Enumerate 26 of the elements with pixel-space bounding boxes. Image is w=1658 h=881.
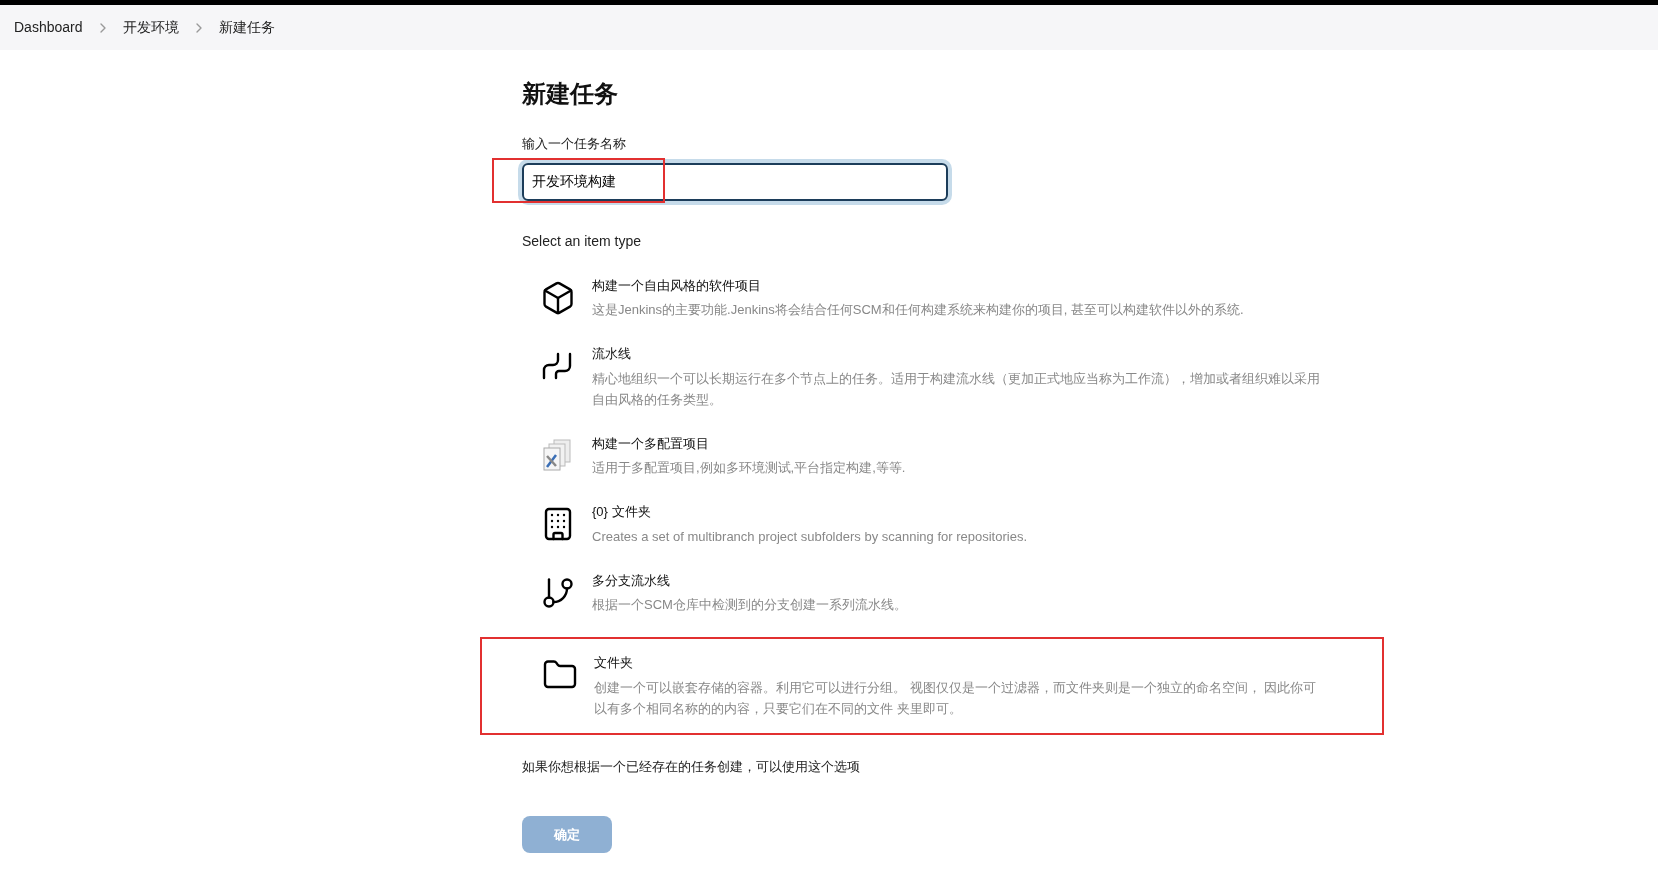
item-title: 流水线	[592, 345, 632, 363]
item-description: Creates a set of multibranch project subfolders by scanning for repositories.	[592, 527, 1028, 546]
copy-hint: 如果你想根据一个已经存在的任务创建，可以使用这个选项	[522, 757, 861, 776]
highlighted-item-type[interactable]: 文件夹 创建一个可以嵌套存储的容器。利用它可以进行分组。 视图仅仅是一个过滤器，而文件夹则是一个独立的命名空间， 因此你可以有多个相同名称的的内容，只要它们在不同的文件 夹里即可。	[480, 637, 1384, 735]
breadcrumb-link[interactable]: 新建任务	[218, 17, 275, 38]
item-title: 文件夹	[594, 654, 634, 672]
item-title: 构建一个多配置项目	[592, 434, 710, 453]
field-label: 输入一个任务名称	[522, 135, 627, 153]
item-description: 这是Jenkins的主要功能.Jenkins将会结合任何SCM和任何构建系统来构建你的项目, 甚至可以构建软件以外的系统.	[592, 301, 1245, 319]
section-label: Select an item type	[522, 231, 643, 251]
item-description: 适用于多配置项目,例如多环境测试,平台指定构建,等等.	[592, 459, 907, 477]
item-title: {0} 文件夹	[592, 503, 652, 521]
item-type-option[interactable]: 构建一个多配置项目 适用于多配置项目,例如多环境测试,平台指定构建,等等.	[522, 425, 1382, 486]
item-type-option[interactable]: 多分支流水线 根据一个SCM仓库中检测到的分支创建一系列流水线。	[522, 562, 1382, 623]
cube-icon	[540, 279, 576, 316]
item-type-option[interactable]: {0} 文件夹 Creates a set of multibranch project subfolders by scanning for repositories.	[522, 494, 1382, 555]
breadcrumb-link[interactable]: 开发环境	[122, 17, 179, 38]
item-description: 精心地组织一个可以长期运行在多个节点上的任务。适用于构建流水线（更加正式地应当称为工作流），增加或者组织难以采用自由风格的任务类型。	[592, 369, 1321, 409]
breadcrumb-link[interactable]: Dashboard	[14, 17, 83, 38]
item-description: 根据一个SCM仓库中检测到的分支创建一系列流水线。	[592, 596, 908, 614]
item-type-option[interactable]: 流水线 精心地组织一个可以长期运行在多个节点上的任务。适用于构建流水线（更加正式地应当称为工作流），增加或者组织难以采用自由风格的任务类型。	[522, 336, 1382, 418]
item-type-option[interactable]: 构建一个自由风格的软件项目 这是Jenkins的主要功能.Jenkins将会结合任何SCM和任何构建系统来构建你的项目, 甚至可以构建软件以外的系统.	[522, 267, 1382, 328]
page-title: 新建任务	[522, 79, 619, 109]
item-title: 构建一个自由风格的软件项目	[592, 276, 762, 295]
item-description: 创建一个可以嵌套存储的容器。利用它可以进行分组。 视图仅仅是一个过滤器，而文件夹则是一个独立的命名空间， 因此你可以有多个相同名称的的内容，只要它们在不同的文件 夹里即可。	[594, 678, 1318, 718]
item-title: 多分支流水线	[592, 571, 671, 590]
